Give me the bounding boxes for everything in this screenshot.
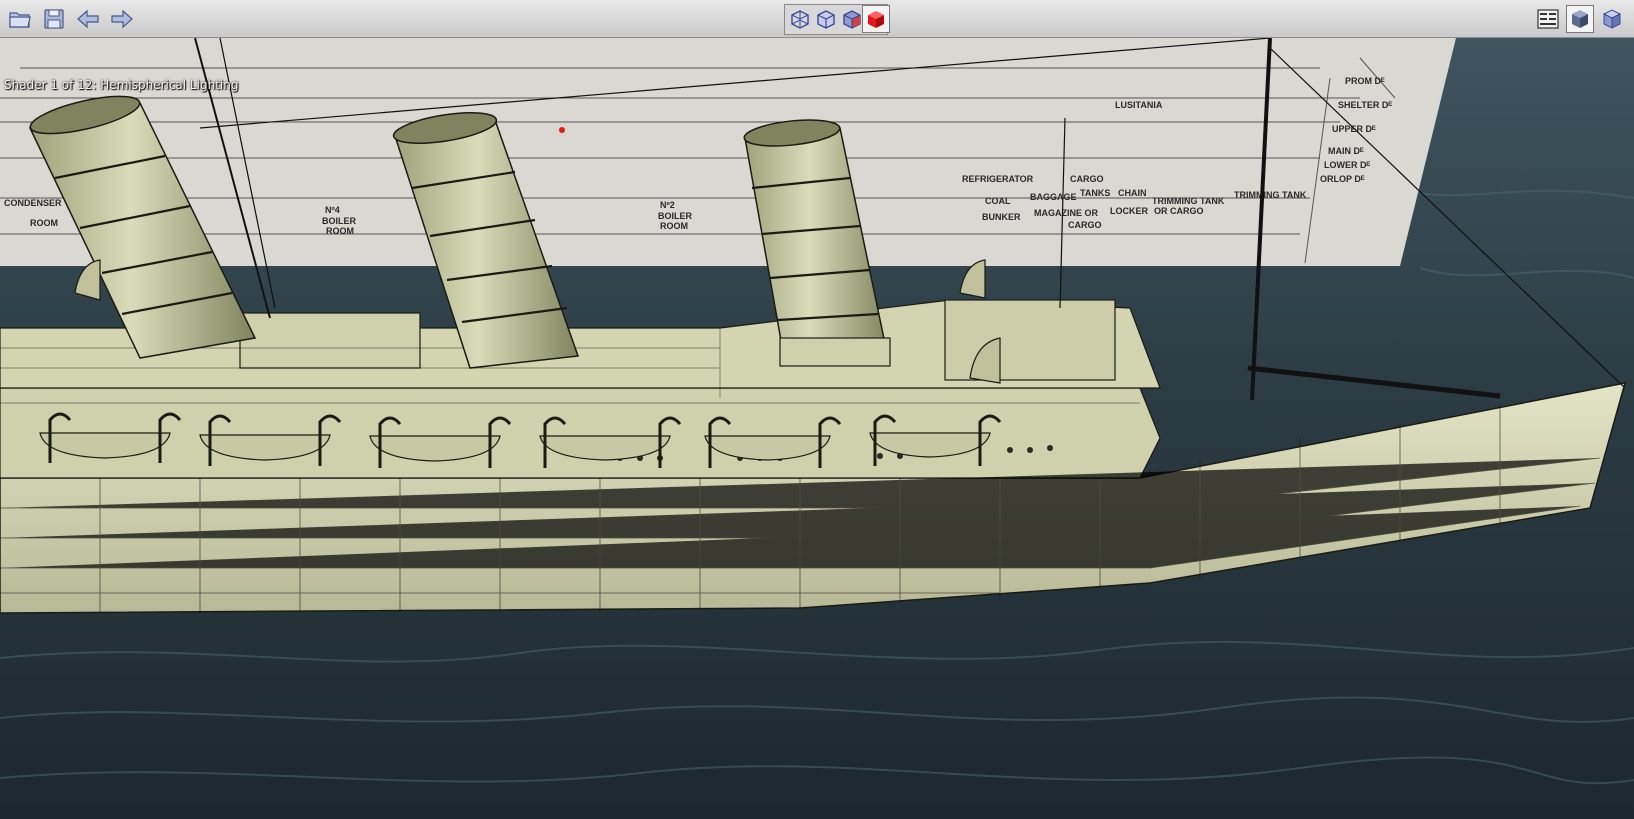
- svg-text:TANKS: TANKS: [1080, 188, 1110, 198]
- svg-text:ORLOP Dᴱ: ORLOP Dᴱ: [1320, 174, 1365, 184]
- svg-text:MAIN Dᴱ: MAIN Dᴱ: [1328, 146, 1364, 156]
- properties-panel-button[interactable]: [1534, 5, 1562, 33]
- wireframe-view-button[interactable]: [786, 5, 814, 33]
- svg-text:LUSITANIA: LUSITANIA: [1115, 100, 1163, 110]
- arrow-left-icon: [77, 9, 99, 29]
- folder-icon: [9, 12, 31, 28]
- svg-text:BOILER: BOILER: [658, 211, 693, 221]
- svg-text:CARGO: CARGO: [1070, 174, 1104, 184]
- solid-view-button[interactable]: [862, 5, 890, 33]
- app-window: CONDENSER ROOM Nº4 BOILER ROOM Nº2 BOILE…: [0, 0, 1634, 819]
- svg-text:OR CARGO: OR CARGO: [1154, 206, 1204, 216]
- svg-text:ROOM: ROOM: [30, 218, 58, 228]
- svg-text:BOILER: BOILER: [322, 216, 357, 226]
- svg-text:REFRIGERATOR: REFRIGERATOR: [962, 174, 1034, 184]
- wireframe-cube-icon: [791, 10, 809, 29]
- svg-text:TRIMMING TANK: TRIMMING TANK: [1152, 196, 1225, 206]
- svg-text:CARGO: CARGO: [1068, 220, 1102, 230]
- svg-text:Nº2: Nº2: [660, 200, 675, 210]
- hidden-line-cube-icon: [817, 10, 835, 29]
- svg-text:ROOM: ROOM: [660, 221, 688, 231]
- hidden-line-view-button[interactable]: [812, 5, 840, 33]
- forward-button[interactable]: [108, 5, 136, 33]
- svg-text:LOWER Dᴱ: LOWER Dᴱ: [1324, 160, 1370, 170]
- svg-text:LOCKER: LOCKER: [1110, 206, 1149, 216]
- cube-icon: [1602, 9, 1622, 29]
- shaded-cube-icon: [1572, 10, 1588, 28]
- svg-text:CONDENSER: CONDENSER: [4, 198, 62, 208]
- toolbar: [0, 0, 1634, 38]
- solid-red-cube-icon: [868, 11, 884, 28]
- svg-text:CHAIN: CHAIN: [1118, 188, 1147, 198]
- save-button[interactable]: [40, 5, 68, 33]
- svg-text:ROOM: ROOM: [326, 226, 354, 236]
- svg-text:MAGAZINE OR: MAGAZINE OR: [1034, 208, 1098, 218]
- 3d-viewport[interactable]: CONDENSER ROOM Nº4 BOILER ROOM Nº2 BOILE…: [0, 38, 1634, 819]
- blueprint-plane: CONDENSER ROOM Nº4 BOILER ROOM Nº2 BOILE…: [0, 38, 1456, 266]
- shader-status-text: Shader 1 of 12: Hemispherical Lighting: [4, 78, 239, 92]
- shaded-wire-cube-icon: [843, 10, 861, 29]
- svg-text:Nº4: Nº4: [325, 205, 340, 215]
- svg-text:PROM Dᴱ: PROM Dᴱ: [1345, 76, 1385, 86]
- ship-scene: CONDENSER ROOM Nº4 BOILER ROOM Nº2 BOILE…: [0, 38, 1634, 819]
- svg-text:BUNKER: BUNKER: [982, 212, 1021, 222]
- svg-text:BAGGAGE: BAGGAGE: [1030, 192, 1077, 202]
- object-view-button[interactable]: [1598, 5, 1626, 33]
- svg-text:TRIMMING TANK: TRIMMING TANK: [1234, 190, 1307, 200]
- arrow-right-icon: [111, 9, 133, 29]
- panel-icon: [1537, 9, 1559, 29]
- open-folder-button[interactable]: [6, 5, 34, 33]
- svg-text:SHELTER Dᴱ: SHELTER Dᴱ: [1338, 100, 1392, 110]
- back-button[interactable]: [74, 5, 102, 33]
- shading-toggle-button[interactable]: [1566, 5, 1594, 33]
- selection-marker: [559, 127, 565, 133]
- floppy-disk-icon: [44, 9, 64, 29]
- svg-text:COAL: COAL: [985, 196, 1011, 206]
